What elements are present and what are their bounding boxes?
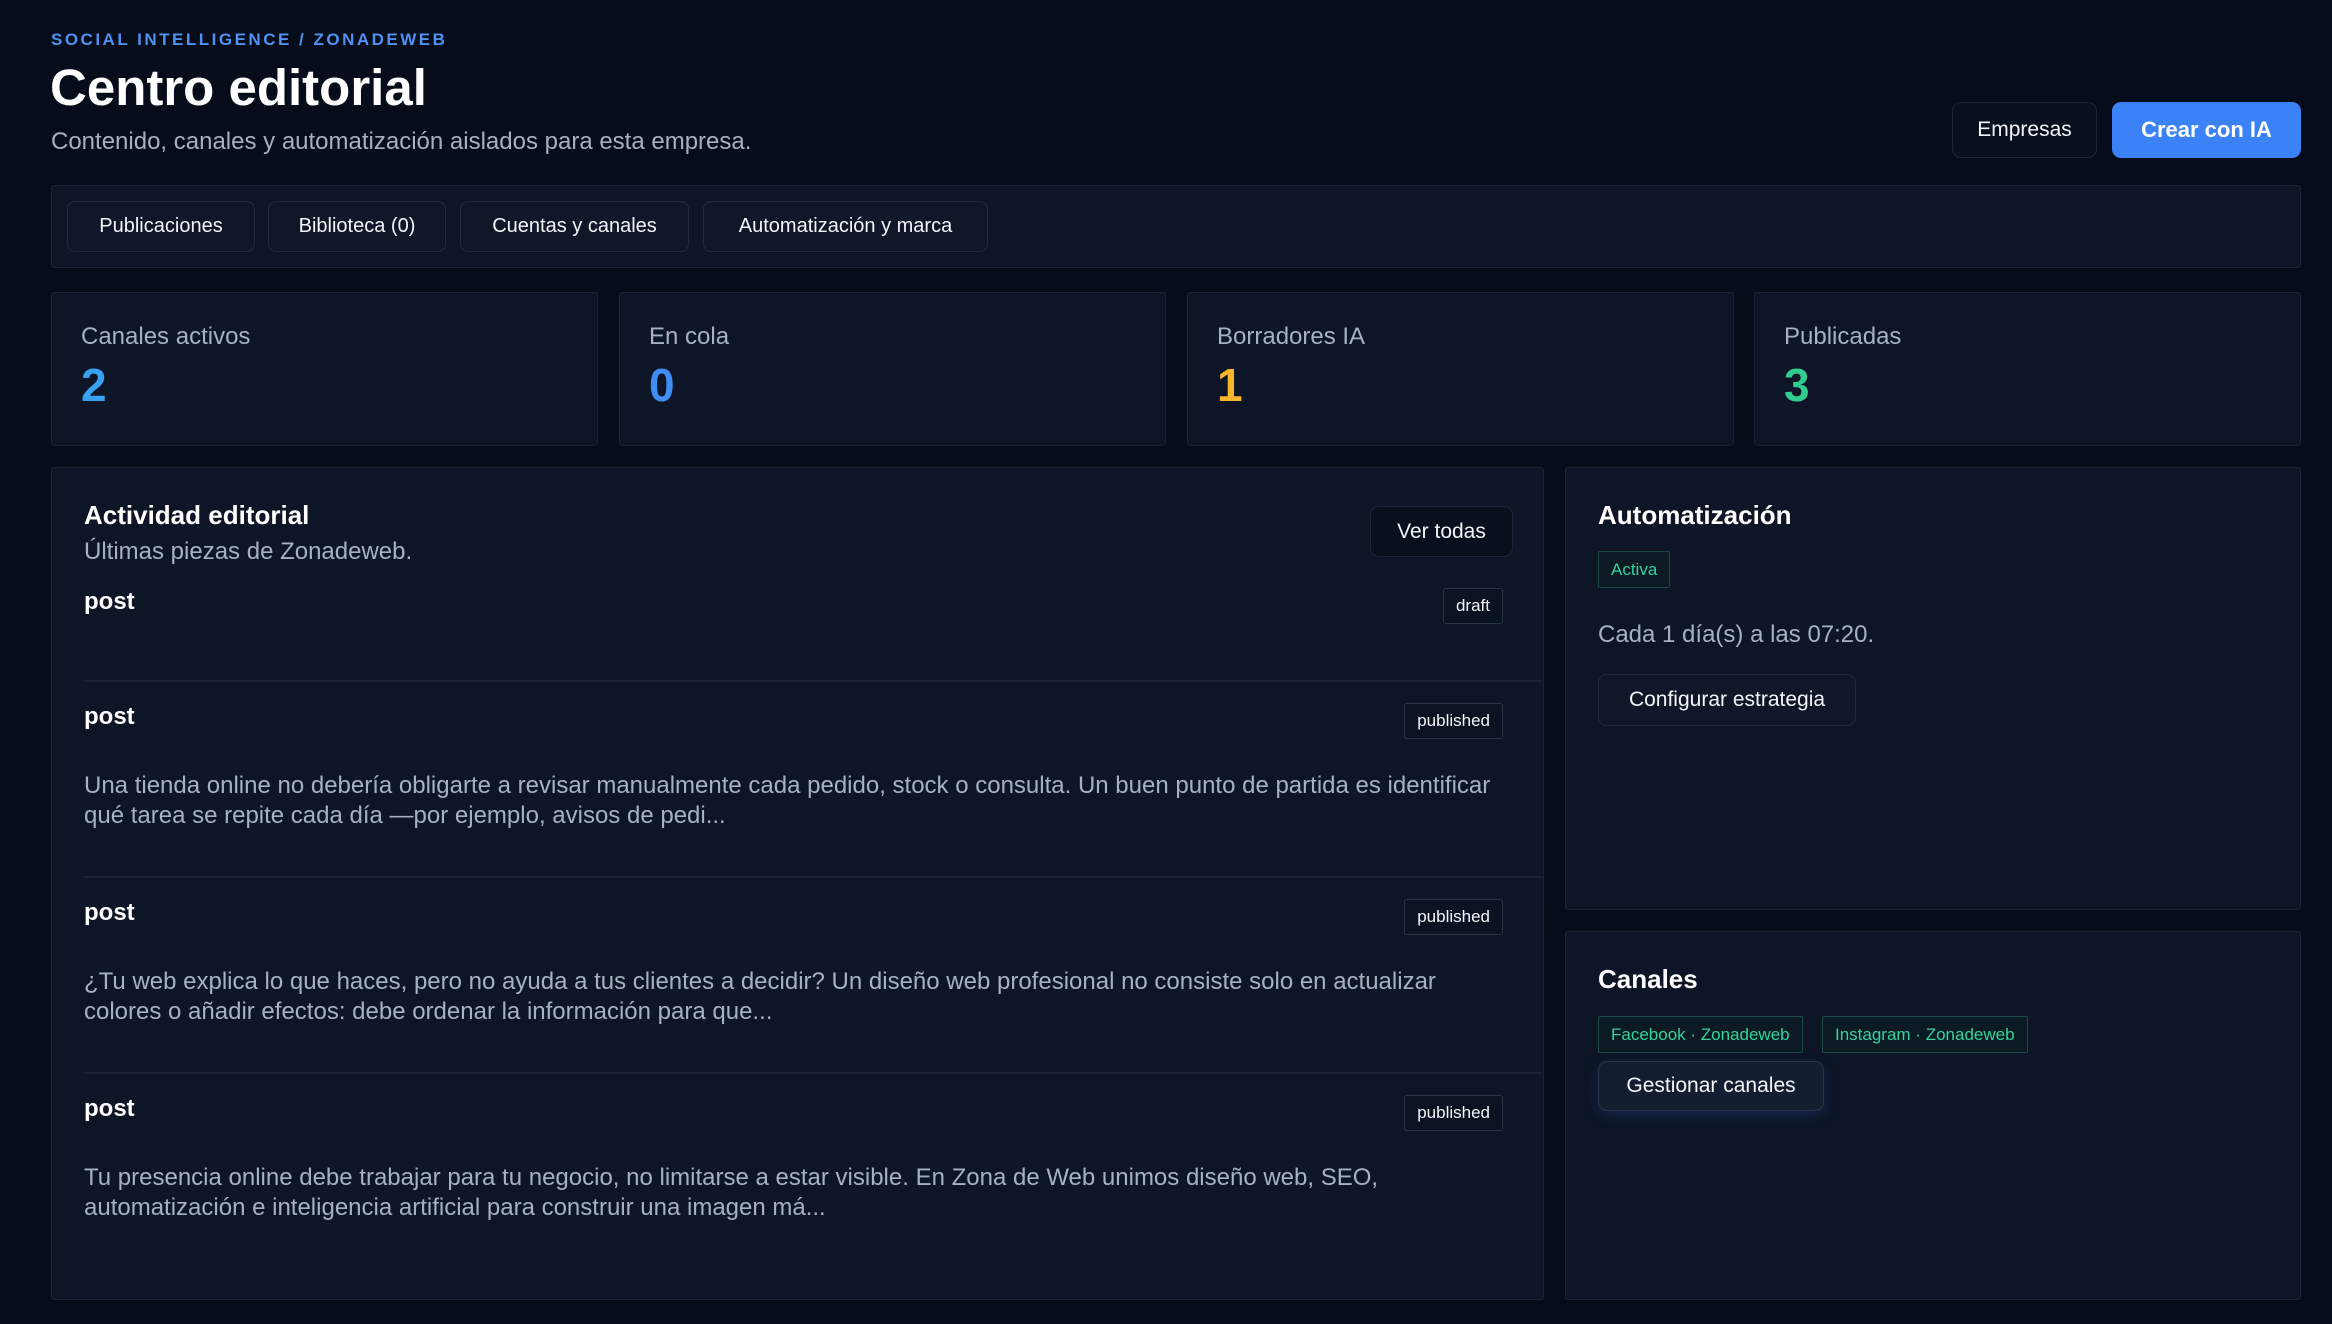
status-badge: Activa (1598, 551, 1671, 588)
stat-card-borradores-ia: Borradores IA 1 (1187, 292, 1734, 446)
post-title: post (84, 588, 135, 615)
post-excerpt: ¿Tu web explica lo que haces, pero no ay… (84, 968, 1436, 1025)
stat-value: 3 (1784, 359, 1810, 411)
tab-biblioteca[interactable]: Biblioteca (0) (268, 201, 446, 252)
post-title: post (84, 703, 135, 730)
divider (84, 1072, 1544, 1074)
tab-automatizacion-marca[interactable]: Automatización y marca (703, 201, 988, 252)
stat-card-canales-activos: Canales activos 2 (51, 292, 598, 446)
activity-subtitle: Últimas piezas de Zonadeweb. (84, 538, 413, 565)
stat-label: Canales activos (81, 323, 251, 350)
tab-bar: Publicaciones Biblioteca (0) Cuentas y c… (51, 185, 2301, 268)
automation-schedule: Cada 1 día(s) a las 07:20. (1598, 621, 1875, 648)
post-excerpt: Tu presencia online debe trabajar para t… (84, 1164, 1379, 1221)
channels-panel: Canales Facebook · Zonadeweb Instagram ·… (1565, 931, 2301, 1300)
tab-publicaciones[interactable]: Publicaciones (67, 201, 255, 252)
channel-tag-instagram: Instagram · Zonadeweb (1822, 1016, 2028, 1053)
channels-title: Canales (1598, 964, 1698, 994)
manage-channels-button[interactable]: Gestionar canales (1598, 1061, 1824, 1111)
automation-panel: Automatización Activa Cada 1 día(s) a la… (1565, 467, 2301, 910)
stat-card-publicadas: Publicadas 3 (1754, 292, 2301, 446)
post-excerpt: Una tienda online no debería obligarte a… (84, 772, 1491, 829)
stat-value: 0 (649, 359, 675, 411)
divider (84, 876, 1544, 878)
status-badge: draft (1442, 588, 1503, 624)
post-title: post (84, 1095, 135, 1122)
page-subtitle: Contenido, canales y automatización aisl… (51, 128, 752, 155)
stat-value: 1 (1217, 359, 1243, 411)
stat-label: Borradores IA (1217, 323, 1366, 350)
configure-strategy-button[interactable]: Configurar estrategia (1598, 674, 1856, 726)
page-title: Centro editorial (50, 59, 427, 116)
automation-title: Automatización (1598, 500, 1792, 530)
status-badge: published (1404, 1095, 1503, 1131)
empresas-button[interactable]: Empresas (1952, 102, 2097, 158)
crear-con-ia-button[interactable]: Crear con IA (2112, 102, 2301, 158)
channel-tag-facebook: Facebook · Zonadeweb (1598, 1016, 1803, 1053)
stat-card-en-cola: En cola 0 (619, 292, 1166, 446)
status-badge: published (1404, 703, 1503, 739)
tab-cuentas-canales[interactable]: Cuentas y canales (460, 201, 689, 252)
stat-label: En cola (649, 323, 730, 350)
activity-panel: Actividad editorial Últimas piezas de Zo… (51, 467, 1544, 1300)
view-all-button[interactable]: Ver todas (1370, 506, 1513, 557)
post-title: post (84, 899, 135, 926)
divider (84, 680, 1544, 682)
stat-value: 2 (81, 359, 107, 411)
activity-title: Actividad editorial (84, 500, 310, 530)
breadcrumb: SOCIAL INTELLIGENCE / ZONADEWEB (51, 30, 448, 49)
status-badge: published (1404, 899, 1503, 935)
stat-label: Publicadas (1784, 323, 1902, 350)
